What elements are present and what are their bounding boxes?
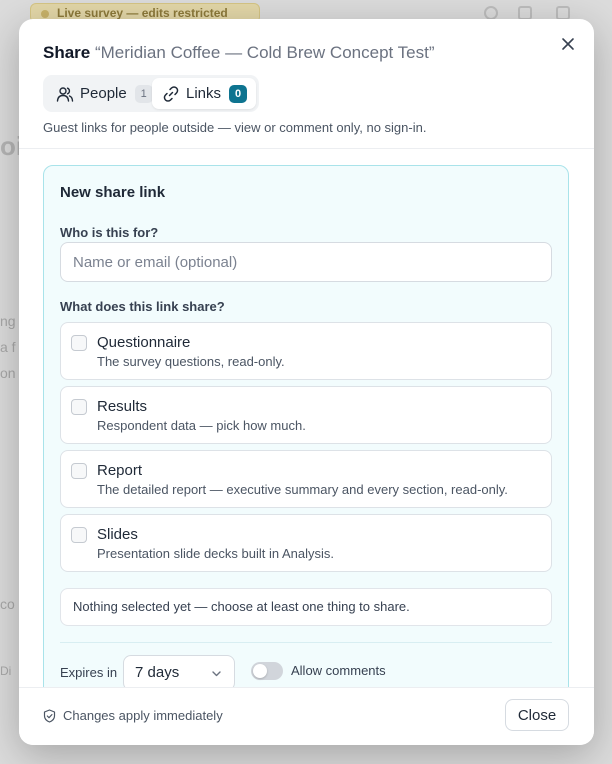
background-text-fragment: ng <box>0 313 16 329</box>
tab-people[interactable]: People 1 <box>46 78 153 109</box>
allow-comments-label: Allow comments <box>291 663 386 678</box>
option-title: Questionnaire <box>97 334 191 351</box>
allow-comments-toggle[interactable] <box>251 662 283 680</box>
option-questionnaire[interactable]: Questionnaire The survey questions, read… <box>60 322 552 380</box>
expires-label: Expires in <box>60 665 118 680</box>
people-count-badge: 1 <box>134 84 153 103</box>
option-title: Slides <box>97 526 138 543</box>
dialog-body[interactable]: New share link Who is this for? What doe… <box>19 149 594 687</box>
expires-select[interactable]: 7 days <box>123 655 235 687</box>
settings-icon <box>556 6 570 20</box>
link-icon <box>163 85 179 102</box>
dialog-title: Share “Meridian Coffee — Cold Brew Conce… <box>43 42 435 64</box>
save-status-text: Changes apply immediately <box>63 708 223 723</box>
share-dialog: Share “Meridian Coffee — Cold Brew Conce… <box>19 19 594 745</box>
option-description: The survey questions, read-only. <box>97 354 285 369</box>
save-status: Changes apply immediately <box>43 708 223 723</box>
dialog-footer: Changes apply immediately Close <box>19 687 594 745</box>
selection-notice: Nothing selected yet — choose at least o… <box>60 588 552 626</box>
report-checkbox[interactable] <box>71 463 87 479</box>
option-description: Presentation slide decks built in Analys… <box>97 546 335 561</box>
option-title: Results <box>97 398 148 415</box>
close-button[interactable]: Close <box>505 699 569 731</box>
option-slides[interactable]: Slides Presentation slide decks built in… <box>60 514 552 572</box>
option-description: Respondent data — pick how much. <box>97 418 306 433</box>
banner-text: Live survey — edits restricted <box>57 6 228 20</box>
recipient-label: Who is this for? <box>60 225 159 240</box>
results-checkbox[interactable] <box>71 399 87 415</box>
links-description: Guest links for people outside — view or… <box>43 120 427 135</box>
recipient-input[interactable] <box>60 242 552 282</box>
shield-check-icon <box>43 708 56 723</box>
close-icon[interactable] <box>559 35 577 53</box>
people-icon <box>56 86 74 102</box>
links-count-badge: 0 <box>229 84 248 103</box>
project-name: “Meridian Coffee — Cold Brew Concept Tes… <box>94 43 435 62</box>
search-icon <box>484 6 498 20</box>
dialog-header: Share “Meridian Coffee — Cold Brew Conce… <box>19 19 594 148</box>
questionnaire-checkbox[interactable] <box>71 335 87 351</box>
status-dot-icon <box>41 10 49 18</box>
background-text-fragment: a f <box>0 339 16 355</box>
expires-value: 7 days <box>135 664 180 681</box>
new-share-link-panel: New share link Who is this for? What doe… <box>43 165 569 687</box>
chevron-down-icon <box>212 671 221 677</box>
slides-checkbox[interactable] <box>71 527 87 543</box>
panel-icon <box>518 6 532 20</box>
option-results[interactable]: Results Respondent data — pick how much. <box>60 386 552 444</box>
divider <box>60 642 552 643</box>
option-report[interactable]: Report The detailed report — executive s… <box>60 450 552 508</box>
tab-links-label: Links <box>186 85 222 102</box>
share-tabs: People 1 Links 0 <box>43 75 259 112</box>
option-title: Report <box>97 462 143 479</box>
toggle-knob <box>253 664 267 678</box>
tab-people-label: People <box>80 85 127 102</box>
panel-title: New share link <box>60 184 166 201</box>
background-text-fragment: co <box>0 596 15 612</box>
share-contents-label: What does this link share? <box>60 299 225 314</box>
option-description: The detailed report — executive summary … <box>97 482 508 497</box>
background-text-fragment: Di <box>0 664 12 678</box>
tab-links[interactable]: Links 0 <box>152 78 256 109</box>
dialog-title-prefix: Share <box>43 43 91 62</box>
background-text-fragment: on <box>0 365 16 381</box>
